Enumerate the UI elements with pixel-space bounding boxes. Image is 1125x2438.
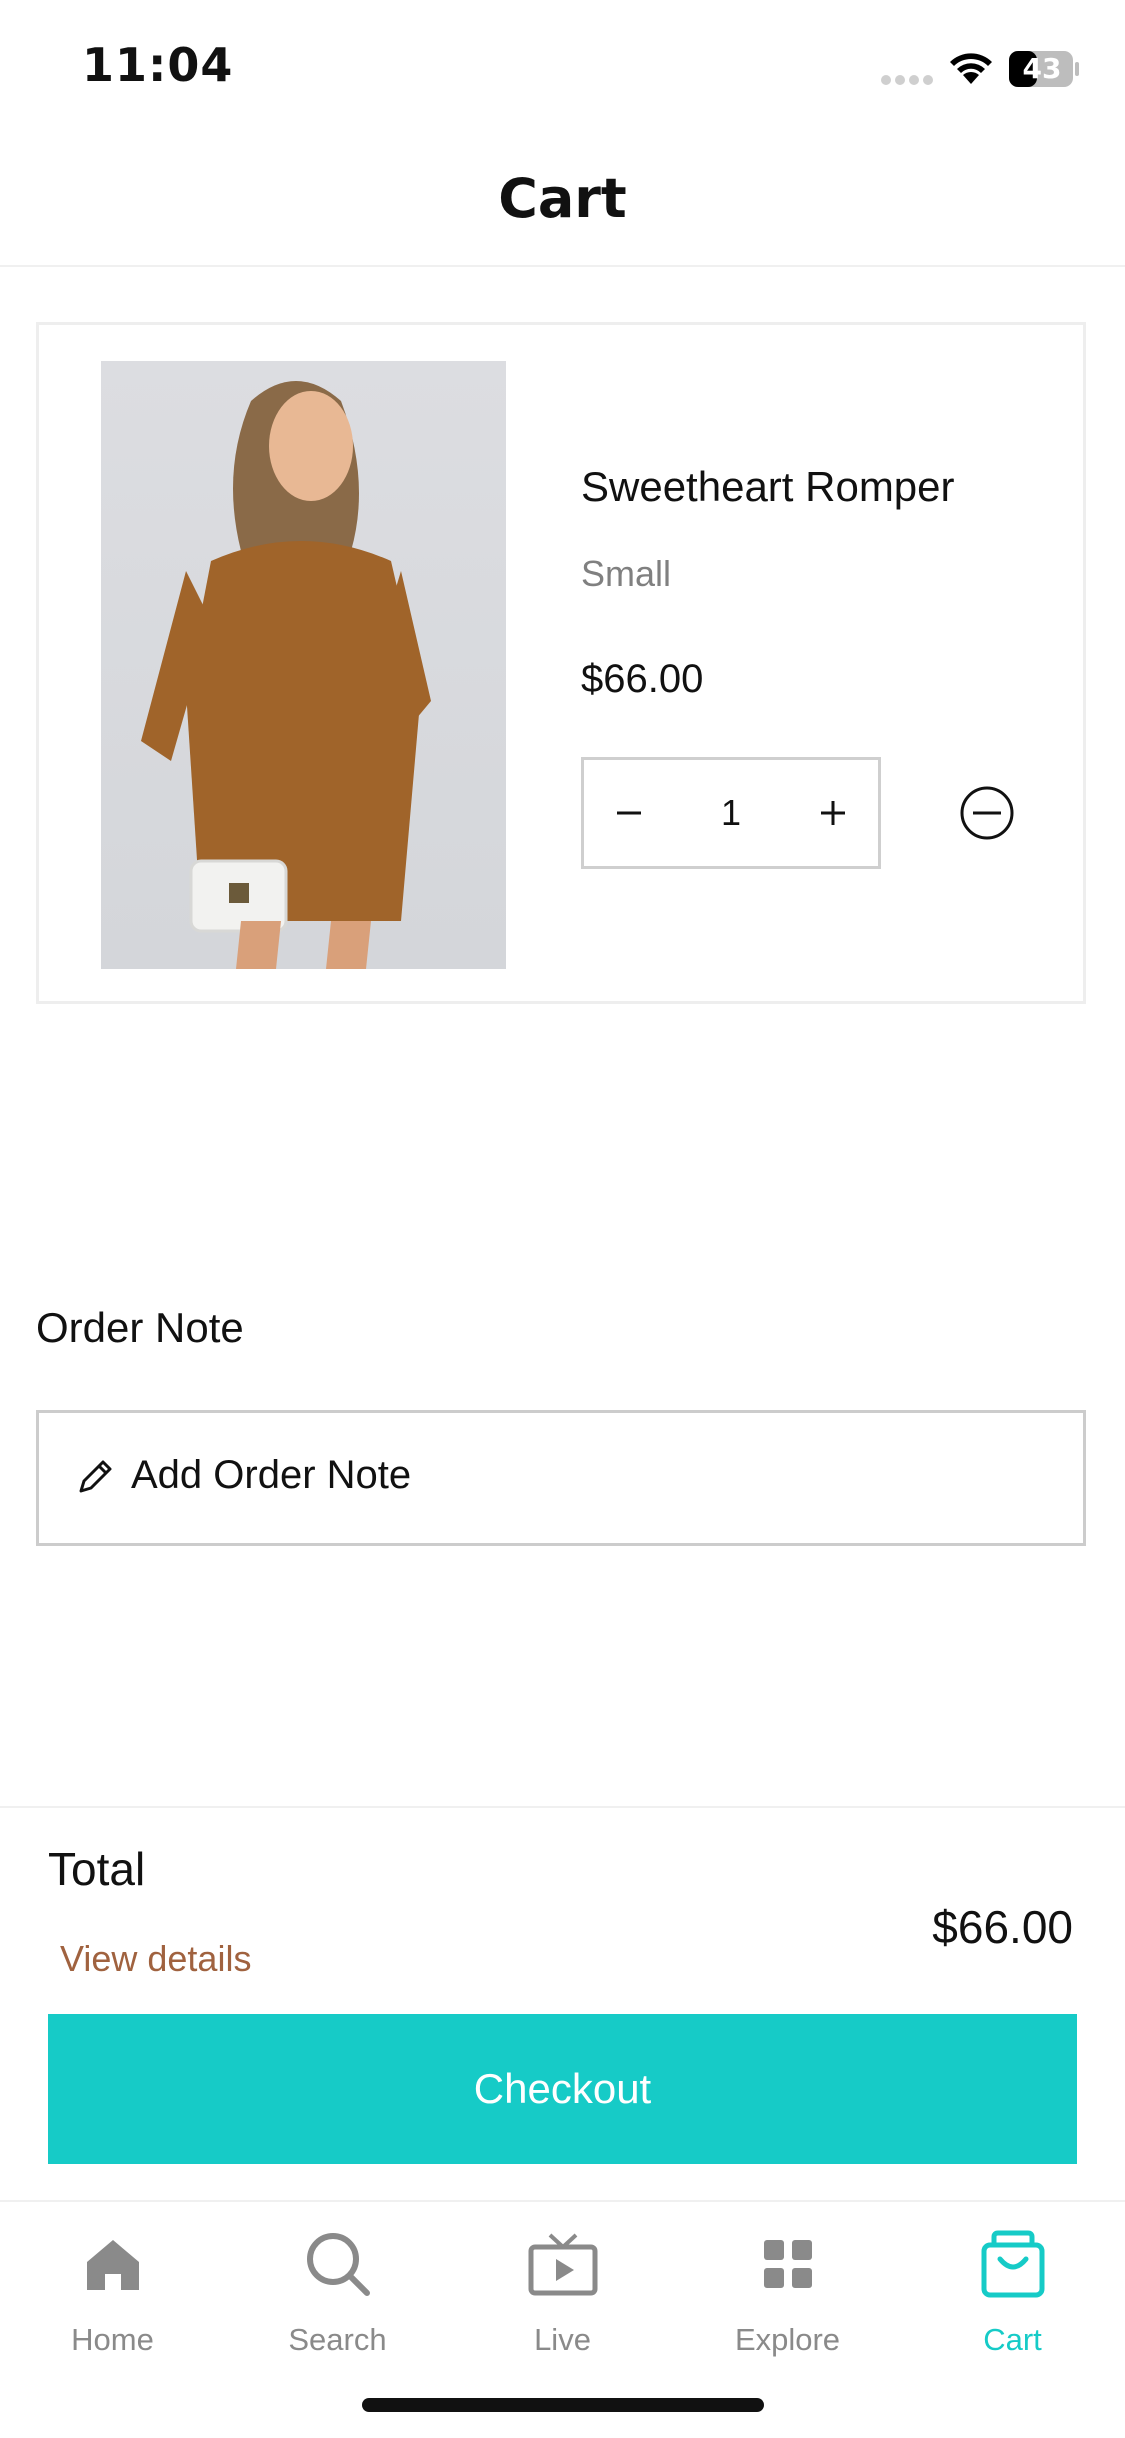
header: Cart	[0, 135, 1125, 267]
tab-explore[interactable]: Explore	[675, 2222, 900, 2372]
tab-home-label: Home	[71, 2322, 154, 2357]
add-order-note-button[interactable]: Add Order Note	[36, 1410, 1086, 1546]
status-time: 11:04	[82, 38, 234, 92]
remove-circle-icon	[960, 786, 1014, 840]
wifi-icon	[950, 53, 992, 84]
order-note-text: Add Order Note	[131, 1453, 412, 1497]
view-details-link[interactable]: View details	[60, 1938, 251, 1980]
total-label: Total	[48, 1843, 146, 1895]
product-image[interactable]	[101, 361, 506, 969]
tv-icon	[528, 2233, 597, 2296]
tab-search-label: Search	[288, 2322, 387, 2357]
checkout-button[interactable]: Checkout	[48, 2014, 1077, 2164]
tab-home[interactable]: Home	[0, 2222, 225, 2372]
plus-icon	[821, 801, 845, 825]
battery-icon: 43	[1008, 50, 1080, 93]
quantity-stepper: 1	[581, 757, 881, 869]
product-name[interactable]: Sweetheart Romper	[581, 463, 955, 511]
totals-panel: Total $66.00 View details Checkout	[0, 1806, 1125, 2200]
cart-item-card: Sweetheart Romper Small $66.00 1	[36, 322, 1086, 1004]
product-variant: Small	[581, 553, 672, 594]
pencil-icon	[79, 1460, 112, 1493]
home-icon	[86, 2240, 139, 2290]
remove-item-button[interactable]	[959, 785, 1015, 841]
tab-live-label: Live	[534, 2322, 591, 2357]
order-note-label: Order Note	[36, 1304, 244, 1351]
decrease-quantity-button[interactable]	[584, 760, 674, 866]
tab-cart[interactable]: Cart	[900, 2222, 1125, 2372]
shopping-bag-icon	[981, 2230, 1044, 2298]
tab-search[interactable]: Search	[225, 2222, 450, 2372]
cellular-signal-icon	[881, 75, 933, 85]
quantity-value: 1	[720, 792, 742, 833]
battery-level: 43	[1022, 52, 1062, 85]
total-value: $66.00	[932, 1901, 1073, 1953]
search-icon	[306, 2233, 370, 2296]
tab-live[interactable]: Live	[450, 2222, 675, 2372]
grid-icon	[763, 2240, 812, 2288]
product-price: $66.00	[581, 657, 704, 701]
status-bar: 11:04 43	[0, 0, 1125, 135]
minus-icon	[617, 811, 641, 815]
increase-quantity-button[interactable]	[788, 760, 878, 866]
tab-explore-label: Explore	[734, 2322, 841, 2357]
home-indicator	[362, 2398, 764, 2412]
page-title: Cart	[498, 167, 627, 230]
tab-cart-label: Cart	[983, 2322, 1042, 2357]
